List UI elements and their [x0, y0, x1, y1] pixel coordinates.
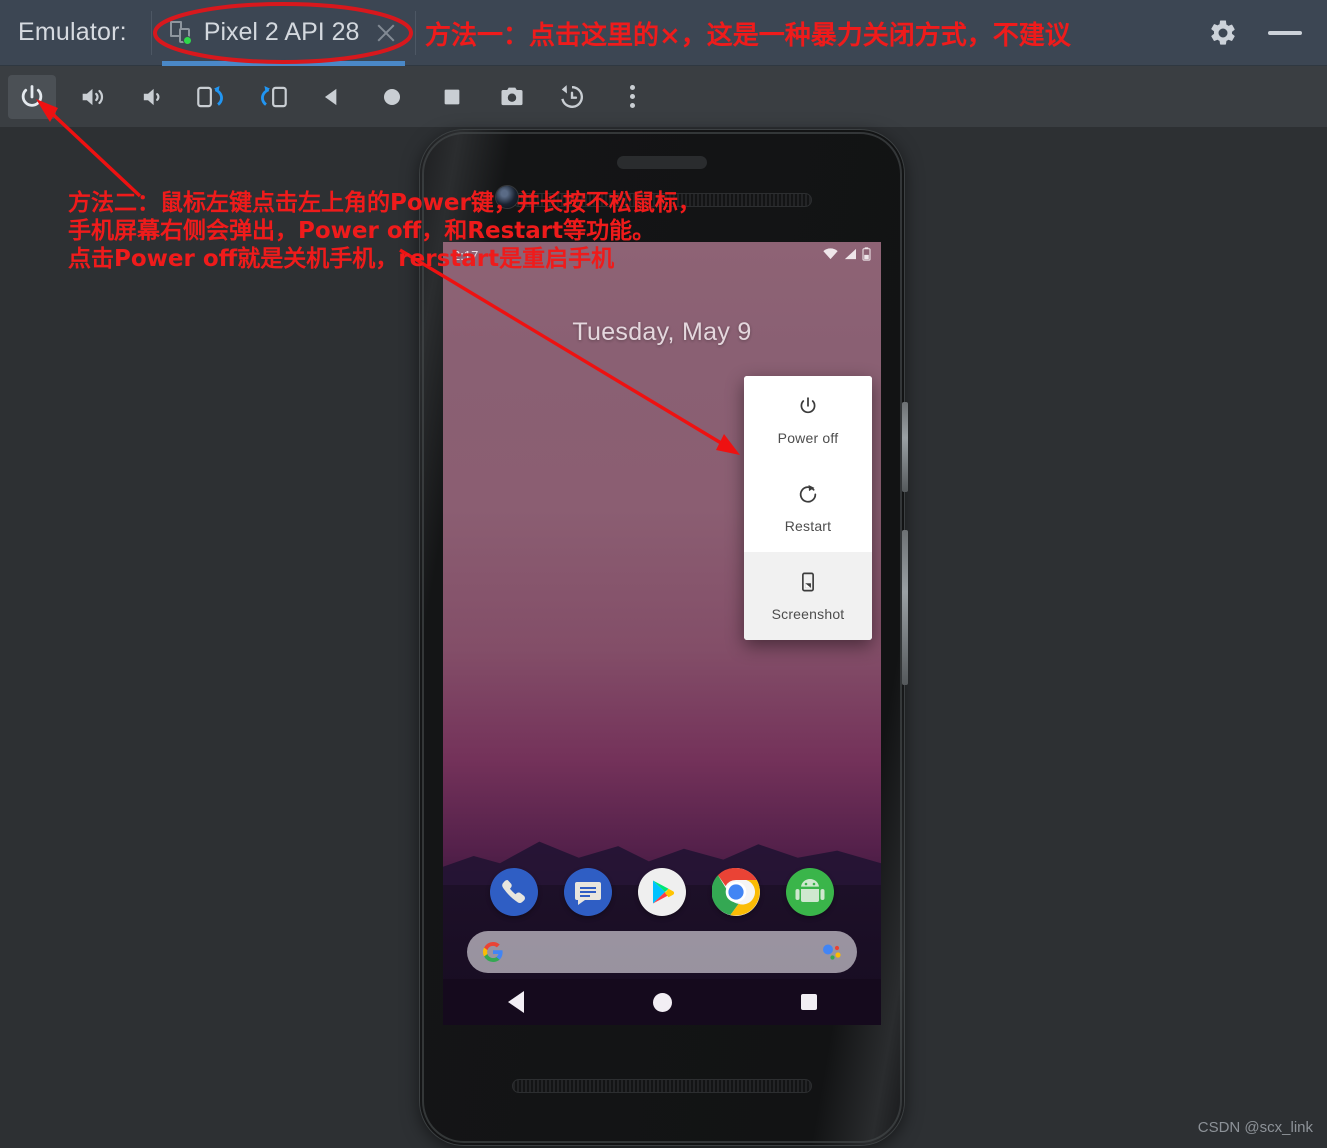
power-button[interactable] — [8, 74, 56, 119]
three-dots-icon — [629, 85, 635, 108]
power-menu-item-power-off[interactable]: Power off — [744, 376, 872, 464]
device-tab-strip: Pixel 2 API 28 — [149, 0, 419, 66]
power-menu-label: Restart — [784, 518, 832, 534]
power-icon — [18, 83, 46, 111]
minimize-icon — [1268, 30, 1302, 35]
front-camera-icon — [496, 186, 518, 208]
square-overview-icon — [439, 84, 465, 110]
power-menu-label: Power off — [777, 430, 839, 446]
history-button[interactable] — [548, 75, 596, 119]
earpiece-icon — [617, 156, 707, 169]
power-menu-label: Screenshot — [771, 606, 845, 622]
api-demos-app-icon[interactable] — [786, 868, 834, 916]
triangle-back-icon — [319, 84, 345, 110]
status-time: 2:17 — [453, 247, 479, 263]
search-input[interactable] — [505, 931, 819, 973]
rotate-right-button[interactable] — [248, 75, 296, 119]
tab-divider-left — [150, 10, 152, 55]
home-button[interactable] — [368, 75, 416, 119]
overview-button[interactable] — [428, 75, 476, 119]
device-volume-side-button[interactable] — [902, 530, 908, 685]
device-tab-label: Pixel 2 API 28 — [203, 18, 360, 46]
settings-button[interactable] — [1195, 7, 1251, 59]
google-g-icon — [481, 940, 505, 964]
circle-home-icon — [379, 84, 405, 110]
device-screen[interactable]: 2:17 Tuesday, May 9 Power off Restart Sc… — [443, 242, 881, 1025]
power-menu-item-restart[interactable]: Restart — [744, 464, 872, 552]
battery-icon — [862, 246, 871, 264]
messages-app-icon[interactable] — [564, 868, 612, 916]
power-icon — [796, 394, 820, 418]
google-search-bar[interactable] — [467, 931, 857, 973]
tab-divider-right — [415, 10, 417, 55]
virtual-device: 2:17 Tuesday, May 9 Power off Restart Sc… — [420, 130, 908, 1145]
google-assistant-icon[interactable] — [819, 940, 843, 964]
device-running-icon — [169, 20, 196, 46]
restart-icon — [796, 482, 820, 506]
device-tab-pixel-2-api-28[interactable]: Pixel 2 API 28 — [154, 0, 414, 66]
status-bar: 2:17 — [443, 242, 881, 268]
signal-icon — [843, 248, 857, 263]
window-title-bar: Emulator: Pixel 2 API 28 — [0, 0, 1327, 66]
screenshot-icon — [796, 570, 820, 594]
back-icon[interactable] — [507, 991, 524, 1013]
rotate-right-icon — [256, 83, 288, 111]
close-icon[interactable] — [373, 20, 399, 46]
app-dock — [443, 862, 881, 922]
volume-up-icon — [78, 83, 106, 111]
clock-rewind-icon — [558, 83, 586, 111]
camera-icon — [498, 83, 526, 111]
home-icon[interactable] — [652, 992, 672, 1012]
bottom-speaker-grille — [512, 1079, 812, 1093]
lockscreen-date: Tuesday, May 9 — [572, 318, 752, 346]
volume-down-icon — [138, 83, 166, 111]
gear-icon — [1208, 18, 1238, 48]
wifi-icon — [823, 247, 838, 263]
rotate-left-button[interactable] — [188, 75, 236, 119]
chrome-app-icon[interactable] — [711, 867, 760, 916]
phone-app-icon[interactable] — [490, 868, 538, 916]
status-icons — [823, 246, 871, 264]
power-menu-dialog: Power off Restart Screenshot — [744, 376, 872, 640]
power-menu-item-screenshot[interactable]: Screenshot — [744, 552, 872, 640]
top-speaker-grille — [512, 193, 812, 207]
window-controls — [1195, 7, 1327, 59]
app-title: Emulator: — [18, 18, 127, 46]
minimize-button[interactable] — [1257, 7, 1313, 59]
screenshot-button[interactable] — [488, 75, 536, 119]
play-store-app-icon[interactable] — [638, 868, 686, 916]
volume-down-button[interactable] — [128, 75, 176, 119]
rotate-left-icon — [196, 83, 228, 111]
back-button[interactable] — [308, 75, 356, 119]
emulator-stage: 2:17 Tuesday, May 9 Power off Restart Sc… — [0, 127, 1327, 1148]
volume-up-button[interactable] — [68, 75, 116, 119]
device-power-side-button[interactable] — [902, 402, 908, 492]
more-button[interactable] — [608, 75, 656, 119]
emulator-toolbar — [0, 66, 1327, 127]
emulator-window: Emulator: Pixel 2 API 28 2:17 Tuesday, M… — [0, 0, 1327, 1148]
navigation-bar — [443, 979, 881, 1025]
recents-icon[interactable] — [800, 994, 817, 1010]
